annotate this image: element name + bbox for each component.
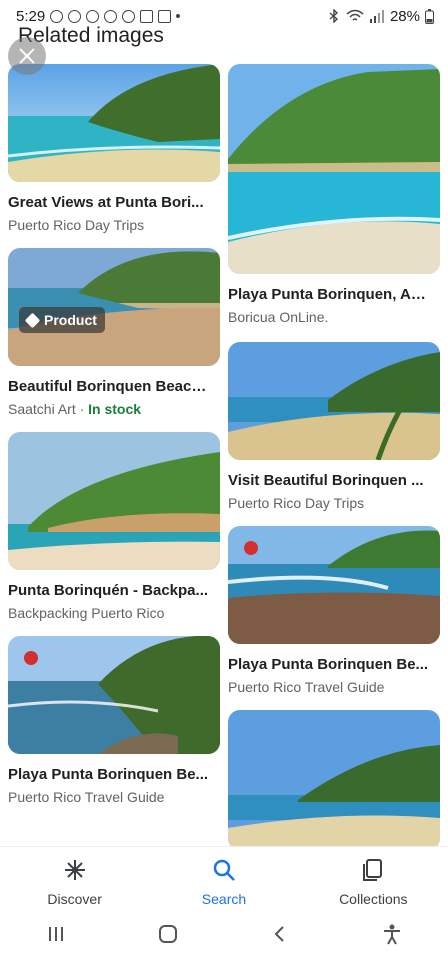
image-result-card[interactable] [228,710,440,846]
image-result-card[interactable]: Great Views at Punta Bori... Puerto Rico… [8,64,220,233]
hibiscus-logo-icon [24,651,38,665]
nav-discover[interactable]: Discover [15,857,135,907]
result-image[interactable]: Product [8,248,220,366]
messenger-icon-2 [86,9,100,23]
result-source[interactable]: Puerto Rico Travel Guide [228,679,440,695]
nav-collections[interactable]: Collections [313,857,433,907]
nav-search[interactable]: Search [164,857,284,907]
collections-icon [363,859,383,881]
result-title[interactable]: Beautiful Borinquen Beach... [8,378,210,395]
tiktok-icon-2 [122,9,136,23]
nav-search-label: Search [201,891,247,907]
result-image[interactable] [8,636,220,754]
result-source[interactable]: Saatchi Art · In stock [8,401,220,417]
system-navigation-bar [0,908,448,960]
home-icon[interactable] [157,923,179,945]
hibiscus-logo-icon [244,541,258,555]
recent-apps-icon[interactable] [46,924,66,944]
result-title[interactable]: Playa Punta Borinquen Be... [228,656,430,673]
image-result-card[interactable]: Punta Borinquén - Backpa... Backpacking … [8,432,220,621]
image-result-card[interactable]: Visit Beautiful Borinquen ... Puerto Ric… [228,342,440,511]
image-result-card[interactable]: Playa Punta Borinquen Be... Puerto Rico … [8,636,220,805]
messenger-icon [68,9,82,23]
signal-icon [369,10,384,23]
bottom-navigation: Discover Search Collections [0,846,448,908]
result-image[interactable] [228,64,440,274]
tiktok-icon [104,9,118,23]
whatsapp-icon [50,9,64,23]
result-title[interactable]: Punta Borinquén - Backpa... [8,582,210,599]
nav-collections-label: Collections [339,891,408,907]
bluetooth-icon [329,9,338,23]
close-button[interactable] [8,37,46,75]
tag-icon [24,312,41,328]
status-time: 5:29 [16,7,46,25]
back-icon[interactable] [270,924,290,944]
image-result-card[interactable]: Product Beautiful Borinquen Beach... Saa… [8,248,220,417]
nav-discover-label: Discover [47,891,102,907]
source-name: Saatchi Art [8,401,76,417]
result-title[interactable]: Great Views at Punta Bori... [8,194,210,211]
result-source[interactable]: Backpacking Puerto Rico [8,605,220,621]
image-result-card[interactable]: Playa Punta Borinquen, Ag... Boricua OnL… [228,64,440,325]
gmail-icon [158,9,172,23]
stock-status: In stock [88,401,142,417]
result-title[interactable]: Playa Punta Borinquen, Ag... [228,286,430,303]
wifi-icon [346,9,364,21]
close-icon [19,48,35,64]
search-icon [213,859,235,881]
status-bar: 5:29 28% [0,0,448,32]
product-badge: Product [19,307,105,333]
product-badge-label: Product [44,312,97,328]
mail-icon [140,9,154,23]
image-grid: Great Views at Punta Bori... Puerto Rico… [0,64,448,846]
result-source[interactable]: Puerto Rico Day Trips [8,217,220,233]
result-source[interactable]: Boricua OnLine. [228,309,440,325]
source-separator: · [75,401,89,417]
result-image[interactable] [8,64,220,182]
result-source[interactable]: Puerto Rico Day Trips [228,495,440,511]
result-image[interactable] [228,526,440,644]
battery-level: 28% [389,7,420,25]
asterisk-icon [64,860,85,880]
result-title[interactable]: Playa Punta Borinquen Be... [8,766,210,783]
battery-icon [425,8,434,24]
accessibility-icon[interactable] [381,923,403,945]
result-image[interactable] [8,432,220,570]
result-source[interactable]: Puerto Rico Travel Guide [8,789,220,805]
result-image[interactable] [228,342,440,460]
result-image[interactable] [228,710,440,846]
more-notifications-icon [176,14,181,18]
image-result-card[interactable]: Playa Punta Borinquen Be... Puerto Rico … [228,526,440,695]
result-title[interactable]: Visit Beautiful Borinquen ... [228,472,430,489]
